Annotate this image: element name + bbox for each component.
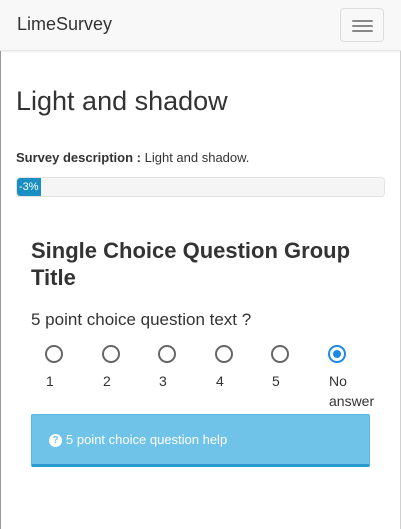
radio-button[interactable] bbox=[271, 345, 289, 363]
choice-1[interactable]: 1 bbox=[45, 345, 102, 391]
radio-button[interactable] bbox=[158, 345, 176, 363]
choice-label: 3 bbox=[159, 373, 167, 389]
question-help-text: 5 point choice question help bbox=[66, 432, 228, 447]
choice-4[interactable]: 4 bbox=[215, 345, 272, 391]
radio-button[interactable] bbox=[215, 345, 233, 363]
choice-no-answer[interactable]: No answer bbox=[328, 345, 389, 411]
choice-2[interactable]: 2 bbox=[102, 345, 159, 391]
brand-logo[interactable]: LimeSurvey bbox=[17, 14, 112, 35]
question-circle-icon: ? bbox=[49, 434, 62, 447]
question-group-title: Single Choice Question Group Title bbox=[31, 238, 351, 290]
progress-label: -3% bbox=[19, 181, 39, 193]
survey-title: Light and shadow bbox=[16, 86, 228, 116]
menu-toggle-button[interactable] bbox=[340, 8, 384, 42]
survey-description-label: Survey description : bbox=[16, 150, 141, 165]
top-navbar: LimeSurvey bbox=[0, 0, 401, 51]
choice-label: 1 bbox=[46, 373, 54, 389]
survey-description: Survey description : Light and shadow. bbox=[16, 150, 249, 165]
frame-border-left bbox=[0, 51, 1, 529]
progress-bar: -3% bbox=[16, 177, 385, 197]
question-text: 5 point choice question text ? bbox=[31, 310, 252, 329]
choice-3[interactable]: 3 bbox=[158, 345, 215, 391]
choice-5[interactable]: 5 bbox=[271, 345, 328, 391]
choice-label: 4 bbox=[216, 373, 224, 389]
radio-button[interactable] bbox=[45, 345, 63, 363]
radio-button-selected[interactable] bbox=[328, 345, 346, 363]
survey-description-text: Light and shadow. bbox=[144, 150, 250, 165]
question-help-box: ? 5 point choice question help bbox=[31, 414, 370, 467]
radio-button[interactable] bbox=[102, 345, 120, 363]
choice-label: 5 bbox=[272, 373, 280, 389]
choice-label: No answer bbox=[329, 373, 375, 409]
choice-label: 2 bbox=[103, 373, 111, 389]
